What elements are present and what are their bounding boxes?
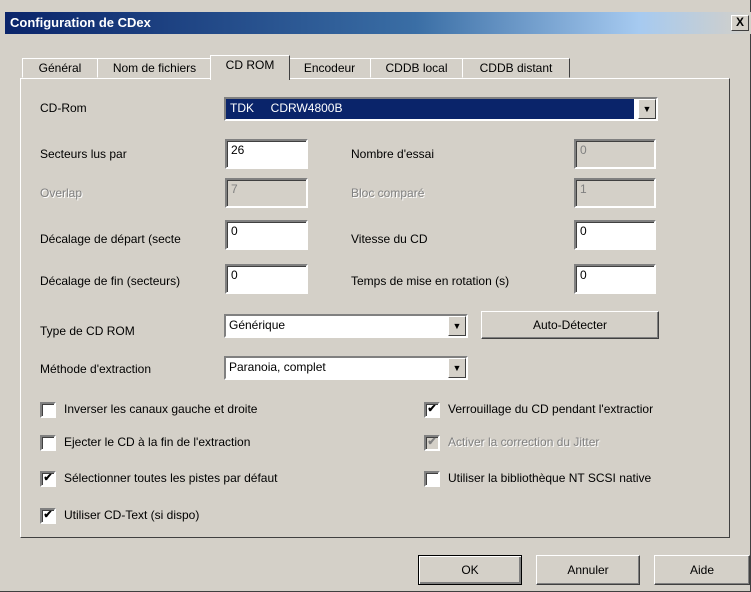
tab-file-names[interactable]: Nom de fichiers (97, 58, 212, 78)
extraction-method-select[interactable]: Paranoia, complet ▼ (224, 356, 468, 380)
spin-up-input[interactable]: 0 (574, 264, 656, 294)
tab-cd-rom[interactable]: CD ROM (210, 55, 290, 80)
extraction-method-label: Méthode d'extraction (40, 362, 152, 376)
extraction-method-value: Paranoia, complet (229, 360, 326, 374)
select-all-tracks-label: Sélectionner toutes les pistes par défau… (64, 471, 278, 486)
speed-input[interactable]: 0 (574, 220, 656, 250)
speed-label: Vitesse du CD (351, 232, 428, 246)
end-offset-label: Décalage de fin (secteurs) (40, 274, 181, 288)
sectors-label: Secteurs lus par (40, 147, 127, 161)
cd-rom-label: CD-Rom (40, 101, 87, 115)
spin-up-label: Temps de mise en rotation (s) (351, 274, 510, 288)
lock-cd-label: Verrouillage du CD pendant l'extractior (448, 402, 654, 417)
cd-rom-value: TDK CDRW4800B (226, 99, 634, 119)
jitter-correction-checkbox[interactable]: ✔ Activer la correction du Jitter (424, 435, 599, 451)
help-button[interactable]: Aide (654, 555, 750, 585)
select-all-tracks-checkbox[interactable]: ✔ Sélectionner toutes les pistes par défa… (40, 471, 277, 487)
checkbox-icon[interactable] (424, 471, 440, 487)
eject-cd-checkbox[interactable]: Ejecter le CD à la fin de l'extraction (40, 435, 250, 451)
tab-cddb-local[interactable]: CDDB local (370, 58, 463, 78)
nt-scsi-checkbox[interactable]: Utiliser la bibliothèque NT SCSI native (424, 471, 651, 487)
jitter-correction-label: Activer la correction du Jitter (448, 435, 600, 450)
config-dialog: Configuration de CDex X Général Nom de f… (0, 0, 751, 592)
start-offset-input[interactable]: 0 (225, 220, 308, 250)
check-mark-icon[interactable]: ✔ (424, 402, 440, 418)
eject-cd-label: Ejecter le CD à la fin de l'extraction (64, 435, 251, 450)
chevron-down-icon[interactable]: ▼ (638, 99, 656, 119)
block-label: Bloc comparé (351, 186, 425, 200)
title-bar[interactable]: Configuration de CDex X (5, 12, 751, 34)
overlap-input[interactable]: 7 (225, 178, 308, 208)
cd-type-select[interactable]: Générique ▼ (224, 314, 468, 338)
check-mark-icon[interactable]: ✔ (424, 435, 440, 451)
ok-button[interactable]: OK (418, 555, 522, 585)
tab-encoder[interactable]: Encodeur (288, 58, 371, 78)
chevron-down-icon[interactable]: ▼ (448, 316, 466, 336)
cd-text-label: Utiliser CD-Text (si dispo) (64, 508, 200, 523)
overlap-label: Overlap (40, 186, 83, 200)
check-mark-icon[interactable]: ✔ (40, 508, 56, 524)
check-mark-icon[interactable]: ✔ (40, 471, 56, 487)
window-title: Configuration de CDex (10, 15, 151, 30)
block-input[interactable]: 1 (574, 178, 656, 208)
auto-detect-button[interactable]: Auto-Détecter (481, 311, 659, 339)
tab-cddb-remote[interactable]: CDDB distant (462, 58, 570, 78)
cd-text-checkbox[interactable]: ✔ Utiliser CD-Text (si dispo) (40, 508, 199, 524)
swap-channels-label: Inverser les canaux gauche et droite (64, 402, 258, 417)
cd-type-label: Type de CD ROM (40, 324, 135, 338)
checkbox-icon[interactable] (40, 402, 56, 418)
end-offset-input[interactable]: 0 (225, 264, 308, 294)
cancel-button[interactable]: Annuler (536, 555, 640, 585)
nt-scsi-label: Utiliser la bibliothèque NT SCSI native (448, 471, 652, 486)
chevron-down-icon[interactable]: ▼ (448, 358, 466, 378)
cd-type-value: Générique (229, 318, 286, 332)
tries-label: Nombre d'essai (351, 147, 434, 161)
close-icon[interactable]: X (731, 15, 749, 31)
tab-general[interactable]: Général (22, 58, 98, 78)
cd-rom-select[interactable]: TDK CDRW4800B ▼ (224, 97, 658, 121)
sectors-input[interactable]: 26 (225, 139, 308, 169)
checkbox-icon[interactable] (40, 435, 56, 451)
lock-cd-checkbox[interactable]: ✔ Verrouillage du CD pendant l'extractior (424, 402, 653, 418)
tries-input[interactable]: 0 (574, 139, 656, 169)
swap-channels-checkbox[interactable]: Inverser les canaux gauche et droite (40, 402, 257, 418)
start-offset-label: Décalage de départ (secte (40, 232, 181, 246)
